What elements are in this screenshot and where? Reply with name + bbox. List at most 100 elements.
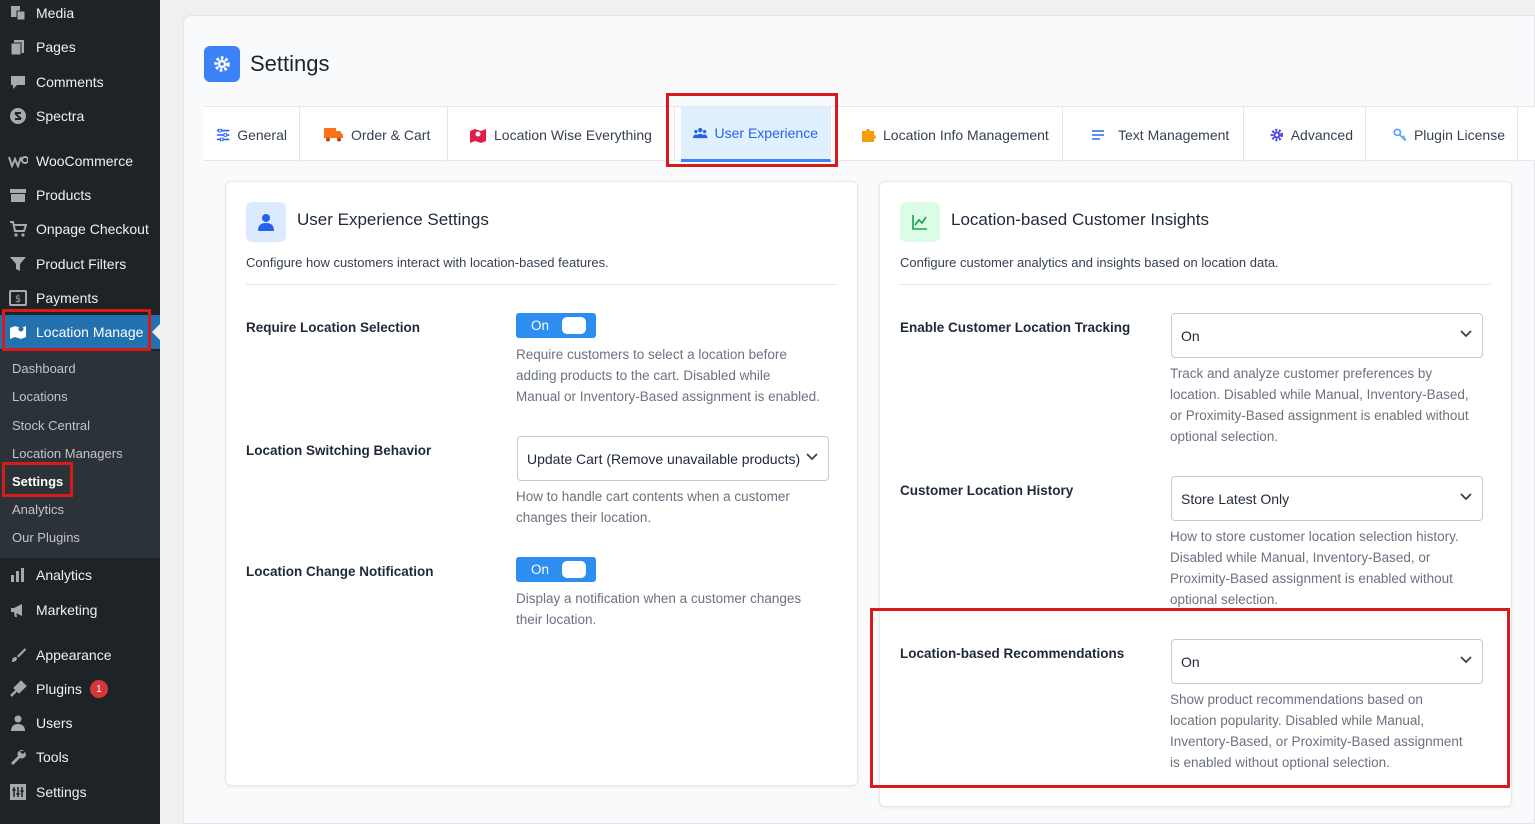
- analytics-icon: [8, 565, 28, 585]
- location-change-notification-help: Display a notification when a customer c…: [516, 591, 802, 627]
- settings-tabs: General Order & Cart Location Wise Every…: [204, 106, 1535, 162]
- menu-spectra[interactable]: Spectra: [0, 99, 160, 133]
- settings-icon: [8, 782, 28, 802]
- menu-woocommerce[interactable]: WooCommerce: [0, 144, 160, 178]
- products-icon: [8, 185, 28, 205]
- tab-general[interactable]: General: [204, 107, 300, 162]
- submenu-settings[interactable]: Settings: [12, 472, 63, 492]
- line-chart-icon: [900, 202, 940, 242]
- location-switching-select[interactable]: Update Cart (Remove unavailable products…: [517, 436, 829, 481]
- card-title: Location-based Customer Insights: [951, 210, 1209, 229]
- recommendations-select[interactable]: On: [1171, 639, 1483, 684]
- menu-plugins[interactable]: Plugins 1: [0, 672, 160, 706]
- media-icon: [8, 3, 28, 23]
- submenu-location-managers[interactable]: Location Managers: [12, 444, 123, 464]
- recommendations-help: Show product recommendations based on lo…: [1170, 692, 1463, 770]
- toggle-knob: [562, 561, 586, 578]
- customer-tracking-label: Enable Customer Location Tracking: [900, 320, 1131, 335]
- users-icon: [8, 713, 28, 733]
- menu-users[interactable]: Users: [0, 706, 160, 740]
- toggle-knob: [562, 317, 586, 334]
- tab-user-experience[interactable]: User Experience: [681, 107, 831, 162]
- customer-insights-card: Location-based Customer Insights Configu…: [879, 181, 1512, 807]
- wrench-icon: [8, 747, 28, 767]
- page-header: Settings: [204, 46, 330, 82]
- menu-pages[interactable]: Pages: [0, 30, 160, 64]
- location-switching-label: Location Switching Behavior: [246, 443, 432, 458]
- require-location-label: Require Location Selection: [246, 320, 421, 335]
- submenu-locations[interactable]: Locations: [12, 387, 68, 407]
- current-menu-arrow: [152, 324, 160, 340]
- customer-tracking-select[interactable]: On: [1171, 313, 1483, 358]
- submenu-dashboard[interactable]: Dashboard: [12, 359, 76, 379]
- settings-panel: Settings General Order & Cart Location W…: [183, 15, 1535, 824]
- menu-analytics[interactable]: Analytics: [0, 558, 160, 592]
- spectra-icon: [8, 106, 28, 126]
- recommendations-label: Location-based Recommendations: [900, 646, 1125, 661]
- map-icon: [8, 322, 28, 342]
- megaphone-icon: [8, 600, 28, 620]
- sliders-icon: [216, 128, 230, 141]
- menu-products[interactable]: Products: [0, 178, 160, 212]
- tab-location-wise-everything[interactable]: Location Wise Everything: [448, 107, 675, 162]
- admin-sidebar: Media Pages Comments Spectra WooCommerce…: [0, 0, 160, 824]
- tab-order-cart[interactable]: Order & Cart: [300, 107, 448, 162]
- submenu-our-plugins[interactable]: Our Plugins: [12, 528, 80, 548]
- menu-location-manage[interactable]: Location Manage: [0, 315, 160, 349]
- require-location-help: Require customers to select a location b…: [516, 347, 820, 404]
- gear-icon: [204, 46, 240, 82]
- customer-history-label: Customer Location History: [900, 483, 1074, 498]
- filter-icon: [8, 254, 28, 274]
- cart-icon: [8, 219, 28, 239]
- customer-history-select[interactable]: Store Latest Only: [1171, 476, 1483, 521]
- card-divider: [900, 284, 1491, 285]
- chevron-down-icon: [806, 453, 818, 461]
- chevron-down-icon: [1460, 330, 1472, 338]
- menu-marketing[interactable]: Marketing: [0, 593, 160, 627]
- location-switching-help: How to handle cart contents when a custo…: [516, 489, 790, 525]
- pages-icon: [8, 37, 28, 57]
- woocommerce-icon: [8, 151, 28, 171]
- plugins-update-badge: 1: [89, 680, 108, 698]
- menu-settings[interactable]: Settings: [0, 775, 160, 809]
- user-experience-card: User Experience Settings Configure how c…: [225, 181, 858, 786]
- tab-advanced[interactable]: Advanced: [1244, 107, 1366, 162]
- tab-location-info-management[interactable]: Location Info Management: [845, 107, 1063, 162]
- chevron-down-icon: [1460, 656, 1472, 664]
- brush-icon: [8, 645, 28, 665]
- customer-history-help: How to store customer location selection…: [1170, 529, 1459, 607]
- submenu-analytics[interactable]: Analytics: [12, 500, 64, 520]
- comments-icon: [8, 72, 28, 92]
- card-title: User Experience Settings: [297, 210, 489, 229]
- svg-text:$: $: [15, 294, 21, 305]
- plugin-icon: [8, 679, 28, 699]
- key-icon: [1393, 127, 1407, 141]
- menu-onpage-checkout[interactable]: Onpage Checkout: [0, 212, 160, 246]
- require-location-toggle[interactable]: On: [516, 313, 596, 338]
- user-icon: [246, 202, 286, 242]
- payments-icon: $: [8, 288, 28, 308]
- menu-comments[interactable]: Comments: [0, 65, 160, 99]
- users-group-icon: [693, 127, 708, 139]
- card-description: Configure customer analytics and insight…: [900, 255, 1279, 270]
- customer-tracking-help: Track and analyze customer preferences b…: [1170, 366, 1469, 444]
- submenu-stock-central[interactable]: Stock Central: [12, 416, 90, 436]
- card-divider: [246, 284, 837, 285]
- tab-plugin-license[interactable]: Plugin License: [1366, 107, 1518, 162]
- chevron-down-icon: [1460, 493, 1472, 501]
- menu-media[interactable]: Media: [0, 0, 160, 30]
- truck-icon: [324, 128, 343, 142]
- map-pin-icon: [470, 128, 486, 143]
- cog-icon: [1270, 128, 1284, 141]
- menu-payments[interactable]: $ Payments: [0, 281, 160, 315]
- menu-product-filters[interactable]: Product Filters: [0, 247, 160, 281]
- menu-appearance[interactable]: Appearance: [0, 638, 160, 672]
- tab-text-management[interactable]: Text Management: [1063, 107, 1244, 162]
- card-description: Configure how customers interact with lo…: [246, 255, 609, 270]
- text-lines-icon: [1092, 129, 1104, 140]
- location-change-notification-toggle[interactable]: On: [516, 557, 596, 582]
- puzzle-icon: [862, 128, 876, 142]
- menu-tools[interactable]: Tools: [0, 740, 160, 774]
- location-manage-submenu: Dashboard Locations Stock Central Locati…: [0, 351, 160, 558]
- page-title: Settings: [250, 51, 330, 76]
